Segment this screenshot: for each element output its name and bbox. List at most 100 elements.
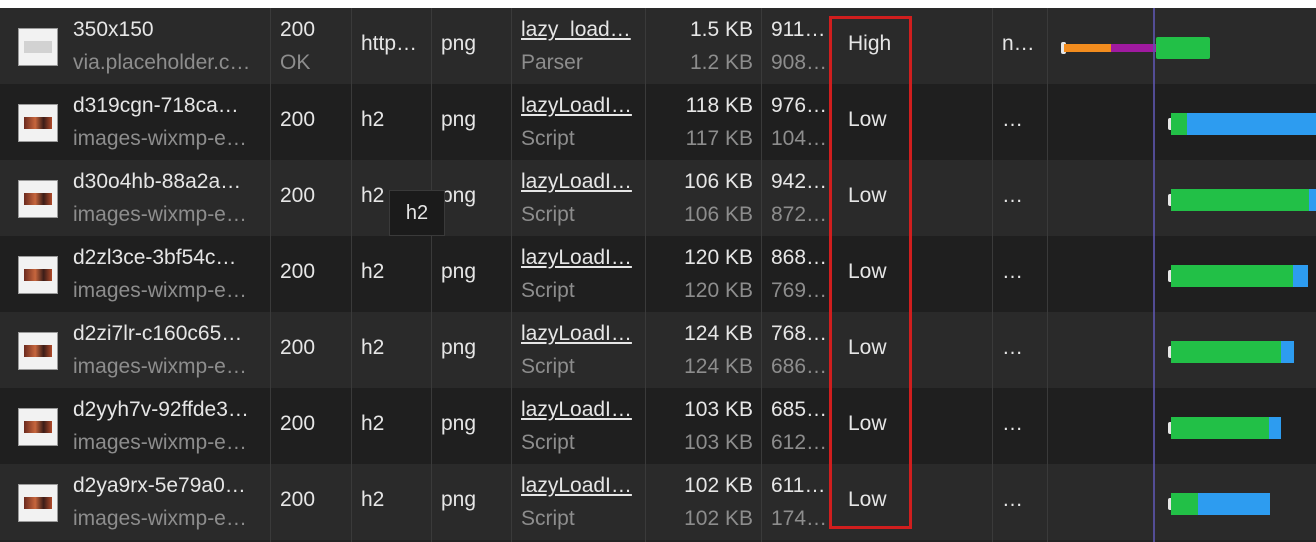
waterfall-bar (1171, 417, 1281, 439)
type: png (441, 184, 477, 207)
timeline-marker-line (1153, 8, 1155, 542)
extra-column: … (1002, 412, 1023, 435)
transfer-size: 120 KB (684, 246, 753, 269)
table-row[interactable]: d30o4hb-88a2a… images-wixmp-e… 200 h2 pn… (0, 160, 1316, 236)
status-code: 200 (280, 336, 316, 359)
waterfall-segment-wait (1171, 189, 1309, 211)
table-row[interactable]: d2ya9rx-5e79a0… images-wixmp-e… 200 h2 p… (0, 464, 1316, 540)
thumbnail-icon (18, 180, 58, 218)
column-divider[interactable] (270, 8, 271, 542)
column-divider[interactable] (645, 8, 646, 542)
extra-column: … (1002, 488, 1023, 511)
latency: 686… (771, 355, 828, 378)
initiator-link[interactable]: lazyLoadI… (521, 94, 643, 118)
latency: 769… (771, 279, 828, 302)
waterfall-segment-queue (1064, 44, 1111, 52)
initiator-link[interactable]: lazyLoadI… (521, 474, 643, 498)
column-divider[interactable] (761, 8, 762, 542)
table-row[interactable]: d2yyh7v-92ffde3… images-wixmp-e… 200 h2 … (0, 388, 1316, 464)
type: png (441, 260, 477, 283)
thumbnail-icon (18, 256, 58, 294)
time: 942… (771, 170, 828, 193)
protocol-tooltip: h2 (389, 190, 445, 236)
thumbnail-icon (18, 332, 58, 370)
column-divider[interactable] (351, 8, 352, 542)
request-domain: images-wixmp-e… (73, 431, 247, 454)
initiator-type: Script (521, 127, 575, 150)
time: 868… (771, 246, 828, 269)
extra-column: … (1002, 184, 1023, 207)
request-name[interactable]: d2ya9rx-5e79a0… (73, 474, 268, 498)
waterfall-segment-wait (1171, 113, 1187, 135)
table-row[interactable]: d2zi7lr-c160c65… images-wixmp-e… 200 h2 … (0, 312, 1316, 388)
request-name[interactable]: d30o4hb-88a2a… (73, 170, 268, 194)
type: png (441, 488, 477, 511)
request-name[interactable]: d319cgn-718ca… (73, 94, 268, 118)
latency: 612… (771, 431, 828, 454)
column-divider[interactable] (431, 8, 432, 542)
latency: 174… (771, 507, 828, 530)
resource-size: 120 KB (684, 279, 753, 302)
initiator-link[interactable]: lazy_load… (521, 18, 643, 42)
type: png (441, 412, 477, 435)
waterfall-bar (1171, 493, 1270, 515)
request-name[interactable]: d2zl3ce-3bf54c… (73, 246, 268, 270)
time: 976… (771, 94, 828, 117)
waterfall-segment-download (1269, 417, 1281, 439)
request-name[interactable]: d2yyh7v-92ffde3… (73, 398, 268, 422)
initiator-link[interactable]: lazyLoadI… (521, 398, 643, 422)
initiator-link[interactable]: lazyLoadI… (521, 322, 643, 346)
initiator-link[interactable]: lazyLoadI… (521, 170, 643, 194)
time: 768… (771, 322, 828, 345)
waterfall-segment-wait (1171, 265, 1293, 287)
initiator-link[interactable]: lazyLoadI… (521, 246, 643, 270)
protocol: h2 (361, 336, 385, 359)
time: 685… (771, 398, 828, 421)
waterfall-bar (1171, 113, 1316, 135)
request-name[interactable]: 350x150 (73, 18, 268, 42)
waterfall-segment-download (1309, 189, 1316, 211)
waterfall-segment-wait (1171, 417, 1269, 439)
latency: 104… (771, 127, 828, 150)
request-name[interactable]: d2zi7lr-c160c65… (73, 322, 268, 346)
table-row[interactable]: d319cgn-718ca… images-wixmp-e… 200 h2 pn… (0, 84, 1316, 160)
type: png (441, 32, 477, 55)
protocol: h2 (361, 412, 385, 435)
transfer-size: 103 KB (684, 398, 753, 421)
resource-size: 103 KB (684, 431, 753, 454)
priority-highlight-box (829, 16, 912, 529)
time: 611… (771, 474, 826, 497)
request-domain: images-wixmp-e… (73, 507, 247, 530)
status-code: 200 (280, 184, 316, 207)
extra-column: … (1002, 108, 1023, 131)
waterfall-bar (1171, 265, 1308, 287)
waterfall-segment-download (1198, 493, 1270, 515)
initiator-type: Script (521, 203, 575, 226)
thumbnail-icon (18, 104, 58, 142)
waterfall-segment-download (1281, 341, 1294, 363)
status-text: OK (280, 51, 311, 74)
request-domain: images-wixmp-e… (73, 203, 247, 226)
protocol: h2 (361, 488, 385, 511)
column-divider[interactable] (992, 8, 993, 542)
waterfall-segment-download (1156, 37, 1210, 59)
status-code: 200 (280, 18, 316, 41)
extra-column: … (1002, 260, 1023, 283)
time: 911… (771, 18, 826, 41)
thumbnail-icon (18, 28, 58, 66)
column-divider[interactable] (1047, 8, 1048, 542)
table-row[interactable]: d2zl3ce-3bf54c… images-wixmp-e… 200 h2 p… (0, 236, 1316, 312)
waterfall-segment-download (1293, 265, 1308, 287)
status-code: 200 (280, 412, 316, 435)
resource-size: 117 KB (685, 127, 753, 150)
transfer-size: 106 KB (684, 170, 753, 193)
initiator-type: Script (521, 431, 575, 454)
column-divider[interactable] (511, 8, 512, 542)
transfer-size: 124 KB (684, 322, 753, 345)
initiator-type: Script (521, 355, 575, 378)
waterfall-segment-download (1187, 113, 1316, 135)
table-row[interactable]: 350x150 via.placeholder.c… 200 OK http… … (0, 8, 1316, 84)
top-strip (0, 0, 1316, 8)
extra-column: n… (1002, 32, 1035, 55)
waterfall-segment-wait (1171, 341, 1281, 363)
